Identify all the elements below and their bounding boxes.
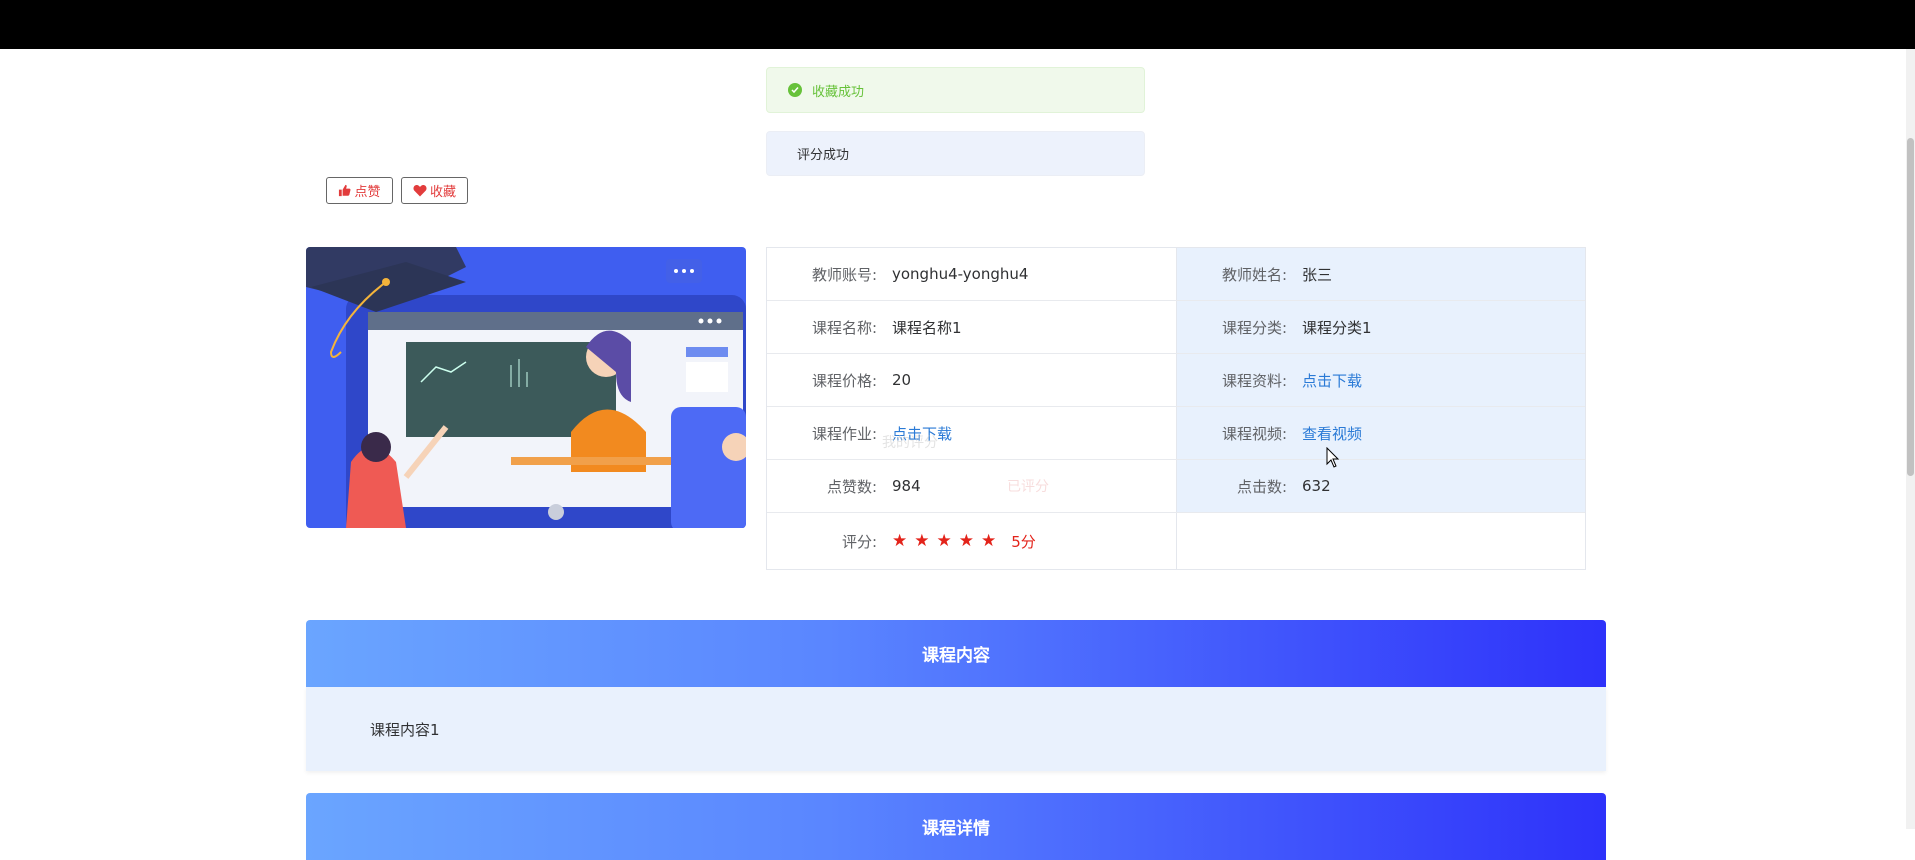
course-content-text: 课程内容1 [370,720,440,739]
rating-cell: 评分: ★ ★ ★ ★ ★ 5分 [767,513,1176,569]
heart-icon [413,184,427,197]
course-name-label: 课程名称: [811,318,877,337]
course-video-cell: 课程视频: 查看视频 [1176,407,1585,459]
course-price-value: 20 [892,371,912,389]
favorite-button[interactable]: 收藏 [401,177,468,204]
success-message: 收藏成功 [766,67,1145,113]
course-name-cell: 课程名称: 课程名称1 [767,301,1176,353]
likes-label: 点赞数: [826,477,877,496]
like-button-label: 点赞 [354,185,381,200]
check-circle-icon [788,83,802,97]
fading-rated-text: 已评分 [1007,479,1049,495]
course-detail-title: 课程详情 [306,793,1606,860]
info-message-text: 评分成功 [797,148,850,163]
info-row: 课程名称: 课程名称1 课程分类: 课程分类1 [767,301,1585,354]
course-price-cell: 课程价格: 20 [767,354,1176,406]
mouse-pointer-icon [1326,447,1340,468]
course-info-table: 教师账号: yonghu4-yonghu4 教师姓名: 张三 课程名称: 课程名… [766,247,1586,570]
success-message-text: 收藏成功 [812,84,865,100]
star-icon[interactable]: ★ [959,532,974,550]
course-name-value: 课程名称1 [892,318,962,337]
favorite-button-label: 收藏 [429,185,456,200]
course-category-value: 课程分类1 [1302,318,1372,337]
course-content-body: 课程内容1 [306,687,1606,771]
rating-score-text: 5分 [1011,532,1036,551]
info-row: 课程价格: 20 课程资料: 点击下载 [767,354,1585,407]
thumbs-up-icon [339,184,351,197]
star-icon[interactable]: ★ [914,532,929,550]
course-material-download-link[interactable]: 点击下载 [1302,370,1362,391]
course-content-title: 课程内容 [306,620,1606,687]
course-video-label: 课程视频: [1221,424,1287,443]
teacher-account-value: yonghu4-yonghu4 [892,265,1029,283]
like-button[interactable]: 点赞 [326,177,393,204]
scrollbar-thumb[interactable] [1907,138,1914,476]
info-row: 评分: ★ ★ ★ ★ ★ 5分 [767,513,1585,569]
course-cover-image [306,247,746,528]
course-material-cell: 课程资料: 点击下载 [1176,354,1585,406]
clicks-value: 632 [1302,477,1331,495]
course-category-cell: 课程分类: 课程分类1 [1176,301,1585,353]
star-icon[interactable]: ★ [937,532,952,550]
likes-value: 984 [892,477,921,495]
rating-label: 评分: [841,532,877,551]
course-homework-label: 课程作业: [811,424,877,443]
teacher-account-label: 教师账号: [811,265,877,284]
teacher-name-value: 张三 [1302,265,1333,284]
fading-my-rating-text: 我的评分 [882,435,938,451]
star-icon[interactable]: ★ [892,532,907,550]
course-homework-cell: 课程作业: 点击下载 [767,407,1176,459]
clicks-cell: 点击数: 632 [1176,460,1585,512]
info-message: 评分成功 [766,131,1145,176]
course-detail-section: 课程详情 [306,793,1606,860]
empty-cell [1176,513,1585,569]
likes-cell: 我的评分 已评分 点赞数: 984 [767,435,1176,512]
rating-stars[interactable]: ★ ★ ★ ★ ★ [892,532,1003,550]
course-price-label: 课程价格: [811,371,877,390]
course-category-label: 课程分类: [1221,318,1287,337]
course-content-section: 课程内容 课程内容1 [306,620,1606,771]
info-row: 教师账号: yonghu4-yonghu4 教师姓名: 张三 [767,248,1585,301]
scrollbar-track[interactable] [1906,49,1915,829]
clicks-label: 点击数: [1236,477,1287,496]
top-bar [0,0,1915,49]
teacher-name-cell: 教师姓名: 张三 [1176,248,1585,300]
teacher-account-cell: 教师账号: yonghu4-yonghu4 [767,248,1176,300]
course-material-label: 课程资料: [1221,371,1287,390]
course-video-link[interactable]: 查看视频 [1302,423,1362,444]
info-row: 我的评分 已评分 点赞数: 984 点击数: 632 [767,435,1585,513]
teacher-name-label: 教师姓名: [1221,265,1287,284]
star-icon[interactable]: ★ [981,532,996,550]
